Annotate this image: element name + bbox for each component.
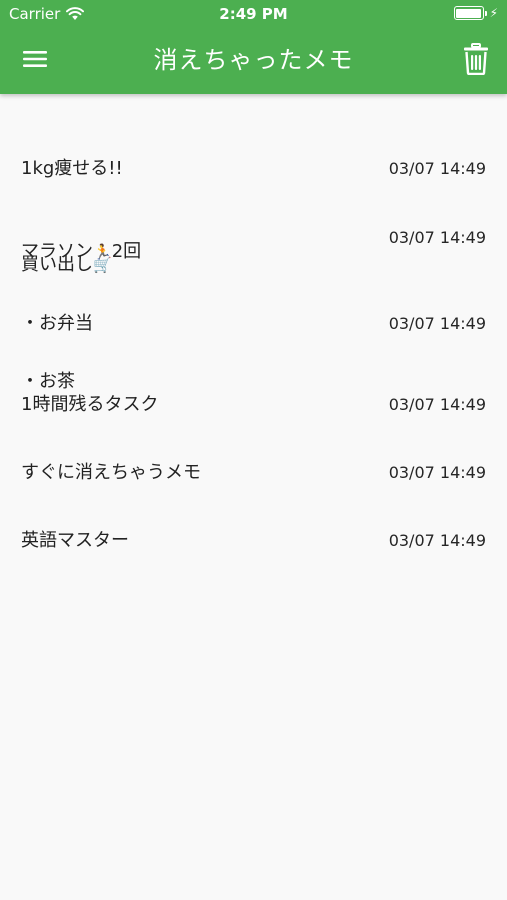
memo-item[interactable]: 1時間残るタスク 03/07 14:49: [0, 388, 507, 420]
charging-bolt-icon: ⚡︎: [489, 6, 498, 20]
battery-icon: ⚡︎: [453, 6, 498, 20]
delete-all-button[interactable]: [455, 40, 497, 82]
memo-date: 03/07 14:49: [388, 313, 486, 333]
memo-date: 03/07 14:49: [388, 394, 486, 414]
top-bar: Carrier 2:49 PM ⚡︎ 消えちゃったメモ: [0, 0, 507, 94]
memo-title-line: 買い出し🛒: [21, 250, 112, 280]
memo-line: ・お弁当: [21, 313, 93, 334]
memo-item[interactable]: すぐに消えちゃうメモ 03/07 14:49: [0, 456, 507, 488]
memo-item[interactable]: 英語マスター 03/07 14:49: [0, 524, 507, 556]
app-bar: 消えちゃったメモ: [0, 28, 507, 94]
trash-icon: [463, 43, 489, 79]
memo-text: 1時間残るタスク: [21, 393, 159, 415]
memo-text: 英語マスター: [21, 529, 129, 551]
menu-button[interactable]: [14, 41, 56, 81]
memo-date: 03/07 14:49: [388, 462, 486, 482]
memo-item[interactable]: 買い出し🛒 ・お弁当 ・お茶 03/07 14:49: [0, 254, 507, 392]
status-time: 2:49 PM: [219, 5, 288, 23]
memo-date: 03/07 14:49: [388, 530, 486, 550]
memo-text: 1kg痩せる!!: [21, 157, 123, 179]
cart-emoji-icon: 🛒: [93, 256, 112, 274]
memo-date: 03/07 14:49: [388, 158, 486, 178]
battery-body: [453, 6, 484, 20]
menu-icon: [23, 50, 47, 72]
memo-title: 買い出し: [21, 254, 93, 275]
memo-text-end: 2回: [111, 240, 142, 262]
memo-text: すぐに消えちゃうメモ: [21, 461, 201, 483]
status-bar: Carrier 2:49 PM ⚡︎: [0, 0, 507, 28]
app-title: 消えちゃったメモ: [153, 46, 354, 74]
screen: Carrier 2:49 PM ⚡︎ 消えちゃったメモ 1kg痩せる!! 03/…: [0, 0, 507, 900]
battery-cap: [484, 10, 487, 16]
memo-item[interactable]: 1kg痩せる!! 03/07 14:49: [0, 152, 507, 184]
memo-date: 03/07 14:49: [388, 227, 486, 247]
